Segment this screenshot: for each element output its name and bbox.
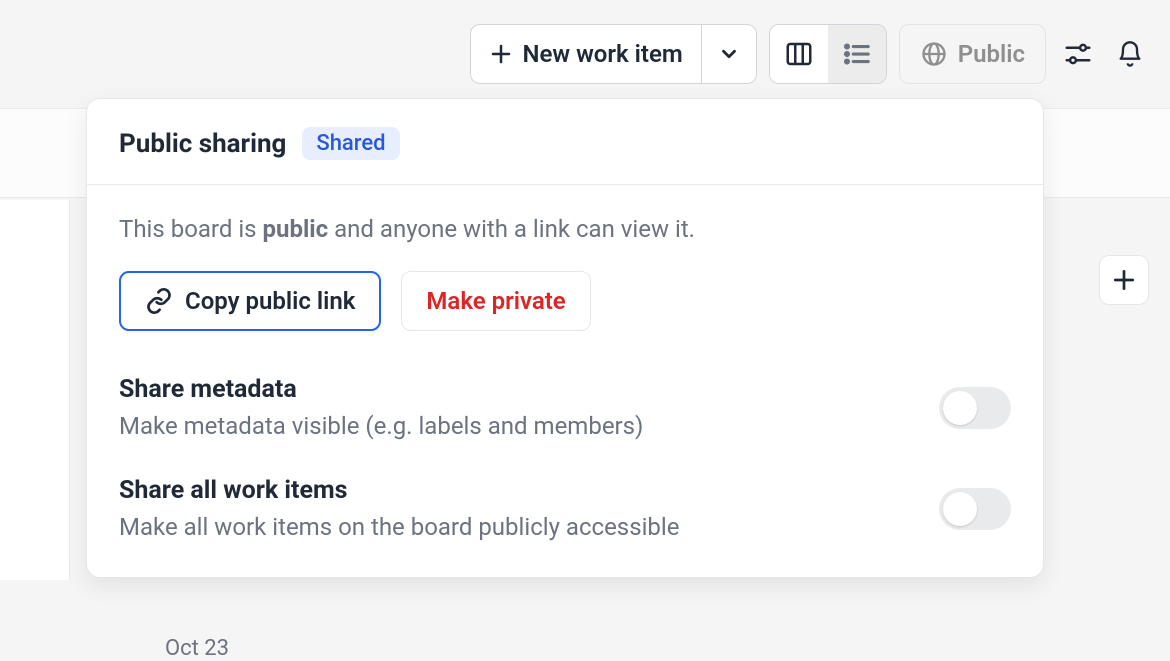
new-work-item-dropdown[interactable] (701, 24, 757, 84)
bell-icon (1116, 40, 1144, 68)
new-work-item-group: New work item (470, 24, 757, 84)
toggle-knob (943, 492, 977, 526)
copy-public-link-button[interactable]: Copy public link (119, 271, 381, 331)
sharing-actions: Copy public link Make private (119, 271, 1011, 331)
share-all-items-option: Share all work items Make all work items… (119, 476, 1011, 541)
share-metadata-title: Share metadata (119, 375, 643, 404)
list-icon (842, 39, 872, 69)
make-private-button[interactable]: Make private (401, 271, 590, 331)
popover-title: Public sharing (119, 129, 286, 159)
toggle-knob (943, 391, 977, 425)
public-sharing-popover: Public sharing Shared This board is publ… (86, 98, 1044, 578)
share-all-items-title: Share all work items (119, 476, 679, 505)
public-visibility-button[interactable]: Public (899, 24, 1046, 84)
public-visibility-label: Public (958, 40, 1025, 68)
popover-header: Public sharing Shared (87, 99, 1043, 185)
board-view-button[interactable] (770, 25, 828, 83)
bg-column (0, 200, 70, 580)
view-toggle (769, 24, 887, 84)
shared-badge: Shared (302, 127, 399, 160)
plus-icon (1111, 267, 1137, 293)
make-private-label: Make private (426, 287, 565, 315)
status-prefix: This board is (119, 215, 263, 243)
share-all-items-desc: Make all work items on the board publicl… (119, 513, 679, 541)
new-work-item-button[interactable]: New work item (470, 24, 701, 84)
option-text: Share metadata Make metadata visible (e.… (119, 375, 643, 440)
copy-public-link-label: Copy public link (185, 287, 355, 315)
notifications-button[interactable] (1110, 34, 1150, 74)
status-suffix: and anyone with a link can view it. (328, 215, 695, 243)
chevron-down-icon (718, 43, 740, 65)
sliders-icon (1063, 39, 1093, 69)
share-metadata-toggle[interactable] (939, 387, 1011, 429)
link-icon (145, 287, 173, 315)
option-text: Share all work items Make all work items… (119, 476, 679, 541)
status-strong: public (263, 215, 329, 243)
date-label: Oct 23 (165, 636, 229, 661)
columns-icon (784, 39, 814, 69)
toolbar: New work item Public (0, 0, 1170, 94)
new-work-item-label: New work item (523, 40, 683, 68)
list-view-button[interactable] (828, 25, 886, 83)
sharing-status-text: This board is public and anyone with a l… (119, 215, 1011, 243)
popover-body: This board is public and anyone with a l… (87, 185, 1043, 577)
share-metadata-option: Share metadata Make metadata visible (e.… (119, 375, 1011, 440)
plus-icon (489, 42, 513, 66)
globe-icon (920, 40, 948, 68)
share-metadata-desc: Make metadata visible (e.g. labels and m… (119, 412, 643, 440)
filter-settings-button[interactable] (1058, 34, 1098, 74)
share-all-items-toggle[interactable] (939, 488, 1011, 530)
add-button[interactable] (1099, 255, 1149, 305)
